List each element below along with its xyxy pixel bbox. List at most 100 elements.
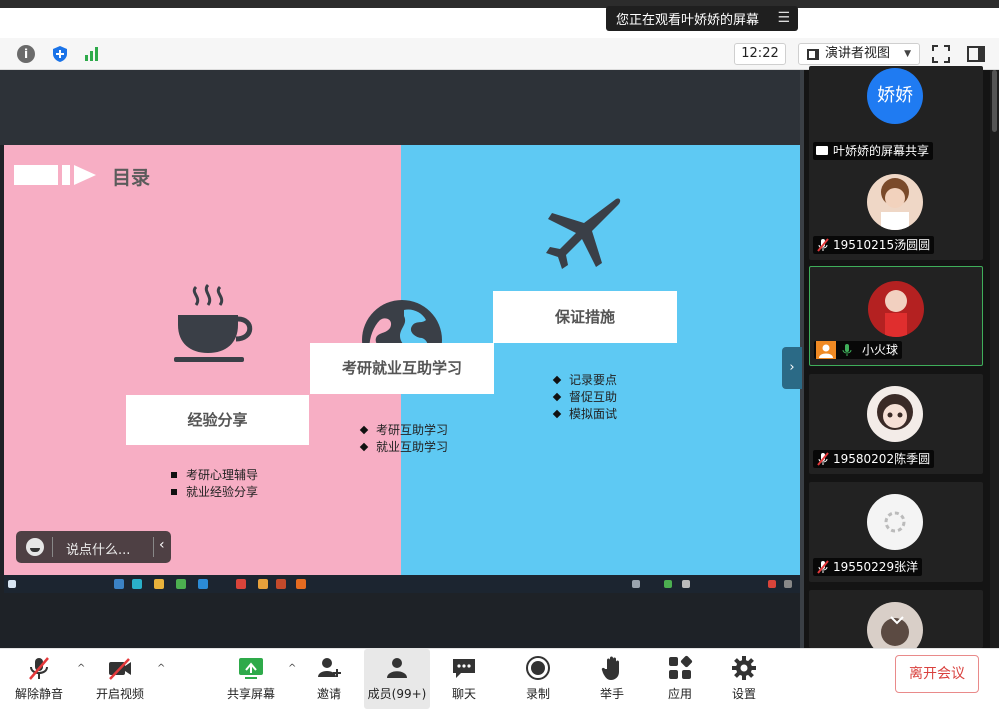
- desktop-strip: [0, 0, 999, 8]
- chat-icon: [453, 659, 475, 678]
- participant-name-tag: 19580202陈季圆: [813, 450, 935, 468]
- share-screen-label: 共享屏幕: [226, 687, 275, 701]
- mic-muted-icon: [29, 657, 49, 680]
- participant-tile-active[interactable]: 小火球: [809, 266, 983, 366]
- members-button[interactable]: 成员(99+): [364, 649, 430, 709]
- start-video-button[interactable]: 开启视频: [90, 649, 150, 709]
- list-item: 考研互助学习: [358, 422, 448, 439]
- video-options-chevron[interactable]: ^: [150, 649, 166, 709]
- fullscreen-icon[interactable]: [931, 44, 951, 64]
- record-button[interactable]: 录制: [514, 649, 562, 709]
- members-label: 成员(99+): [367, 687, 427, 701]
- chat-input[interactable]: 说点什么...: [66, 539, 130, 558]
- avatar: 娇娇: [867, 68, 923, 124]
- taskbar-app-icon: [198, 579, 208, 589]
- raise-hand-label: 举手: [599, 687, 624, 701]
- list-item: 记录要点: [551, 372, 617, 389]
- participant-panel-scrollbar[interactable]: [990, 70, 999, 648]
- avatar-photo: [868, 281, 924, 337]
- chevron-up-icon: ^: [157, 663, 166, 674]
- add-user-icon: [318, 658, 341, 677]
- screen-share-banner[interactable]: 您正在观看叶娇娇的屏幕 ☰: [606, 6, 798, 31]
- hand-icon: [601, 656, 619, 680]
- taskbar-app-icon: [132, 579, 142, 589]
- avatar-photo: [867, 174, 923, 230]
- avatar-initials: 娇娇: [867, 68, 923, 124]
- record-icon: [526, 656, 550, 680]
- list-item: 就业经验分享: [168, 484, 258, 501]
- leave-meeting-button[interactable]: 离开会议: [895, 655, 979, 693]
- start-video-label: 开启视频: [95, 687, 144, 701]
- chevron-up-icon: ^: [77, 663, 86, 674]
- record-label: 录制: [525, 687, 550, 701]
- audio-options-chevron[interactable]: ^: [70, 649, 86, 709]
- taskbar-app-icon: [154, 579, 164, 589]
- signal-icon[interactable]: [83, 45, 101, 63]
- chevron-down-icon[interactable]: [889, 614, 905, 626]
- presentation-slide: 目录 经验分享 考研就业互助学习 保证措施 考研心理辅导 就业经验分享 考研互助…: [4, 145, 800, 577]
- card-study-mutual-help: 考研就业互助学习: [310, 343, 494, 394]
- invite-button[interactable]: 邀请: [305, 649, 353, 709]
- share-options-chevron[interactable]: ^: [281, 649, 296, 709]
- bullet-list-study: 考研互助学习 就业互助学习: [358, 422, 448, 456]
- sidebar-toggle-icon[interactable]: [966, 44, 986, 64]
- chevron-left-icon[interactable]: ‹: [159, 537, 165, 553]
- chat-button[interactable]: 聊天: [440, 649, 488, 709]
- settings-button[interactable]: 设置: [720, 649, 768, 709]
- bullet-list-measures: 记录要点 督促互助 模拟面试: [551, 372, 617, 423]
- list-item: 考研心理辅导: [168, 467, 258, 484]
- taskbar-app-icon: [176, 579, 186, 589]
- taskbar-tray-icon: [632, 580, 640, 588]
- quick-chat-bar[interactable]: 说点什么... ‹: [16, 531, 171, 563]
- participant-tile[interactable]: 19510215汤圆圆: [809, 160, 983, 260]
- taskbar-app-icon: [236, 579, 246, 589]
- participant-name-tag: 19510215汤圆圆: [813, 236, 935, 254]
- host-icon: [816, 341, 836, 359]
- speaker-view-icon: [807, 49, 819, 60]
- divider: [153, 537, 154, 557]
- arrow-logo-icon: [14, 165, 96, 185]
- avatar: [868, 281, 924, 337]
- participant-name-tag: 小火球: [814, 341, 903, 359]
- mic-muted-icon: [817, 238, 829, 252]
- banner-menu-icon[interactable]: ☰: [777, 10, 790, 26]
- participant-tile[interactable]: 19550229张洋: [809, 482, 983, 582]
- scrollbar-thumb[interactable]: [992, 70, 997, 132]
- meeting-timer: 12:22: [734, 43, 786, 65]
- apps-button[interactable]: 应用: [656, 649, 704, 709]
- taskbar-app-icon: [276, 579, 286, 589]
- windows-start-icon: [8, 580, 16, 588]
- mic-muted-icon: [817, 560, 829, 574]
- participant-tile[interactable]: 19580202陈季圆: [809, 374, 983, 474]
- chat-label: 聊天: [451, 687, 476, 701]
- shared-screen-top: [0, 70, 804, 145]
- participant-name: 19550229张洋: [833, 560, 919, 574]
- participant-tile[interactable]: 娇娇 叶娇娇的屏幕共享: [809, 66, 983, 166]
- loading-spinner-icon: [884, 511, 906, 533]
- bullet-list-experience: 考研心理辅导 就业经验分享: [168, 467, 258, 501]
- screen-share-icon: [816, 146, 828, 155]
- taskbar-tray-icon: [682, 580, 690, 588]
- participant-name: 19510215汤圆圆: [833, 238, 931, 252]
- shared-windows-taskbar: [4, 575, 800, 593]
- emoji-icon[interactable]: [26, 538, 44, 556]
- avatar-photo: [867, 386, 923, 442]
- share-screen-button[interactable]: 共享屏幕: [222, 649, 280, 709]
- shield-icon[interactable]: [51, 45, 69, 63]
- info-icon[interactable]: i: [17, 45, 35, 63]
- participant-tile[interactable]: [809, 590, 983, 658]
- divider: [52, 537, 53, 557]
- participant-name-tag: 叶娇娇的屏幕共享: [813, 142, 934, 160]
- mic-active-icon: [842, 344, 852, 356]
- list-item: 模拟面试: [551, 406, 617, 423]
- taskbar-tray-icon: [664, 580, 672, 588]
- raise-hand-button[interactable]: 举手: [588, 649, 636, 709]
- apps-icon: [669, 655, 693, 679]
- mic-muted-icon: [817, 452, 829, 466]
- invite-label: 邀请: [316, 687, 341, 701]
- avatar: [867, 386, 923, 442]
- unmute-button[interactable]: 解除静音: [8, 649, 70, 709]
- collapse-panel-button[interactable]: ›: [782, 347, 802, 389]
- avatar: [867, 174, 923, 230]
- view-mode-select[interactable]: 演讲者视图 ▼: [798, 43, 920, 65]
